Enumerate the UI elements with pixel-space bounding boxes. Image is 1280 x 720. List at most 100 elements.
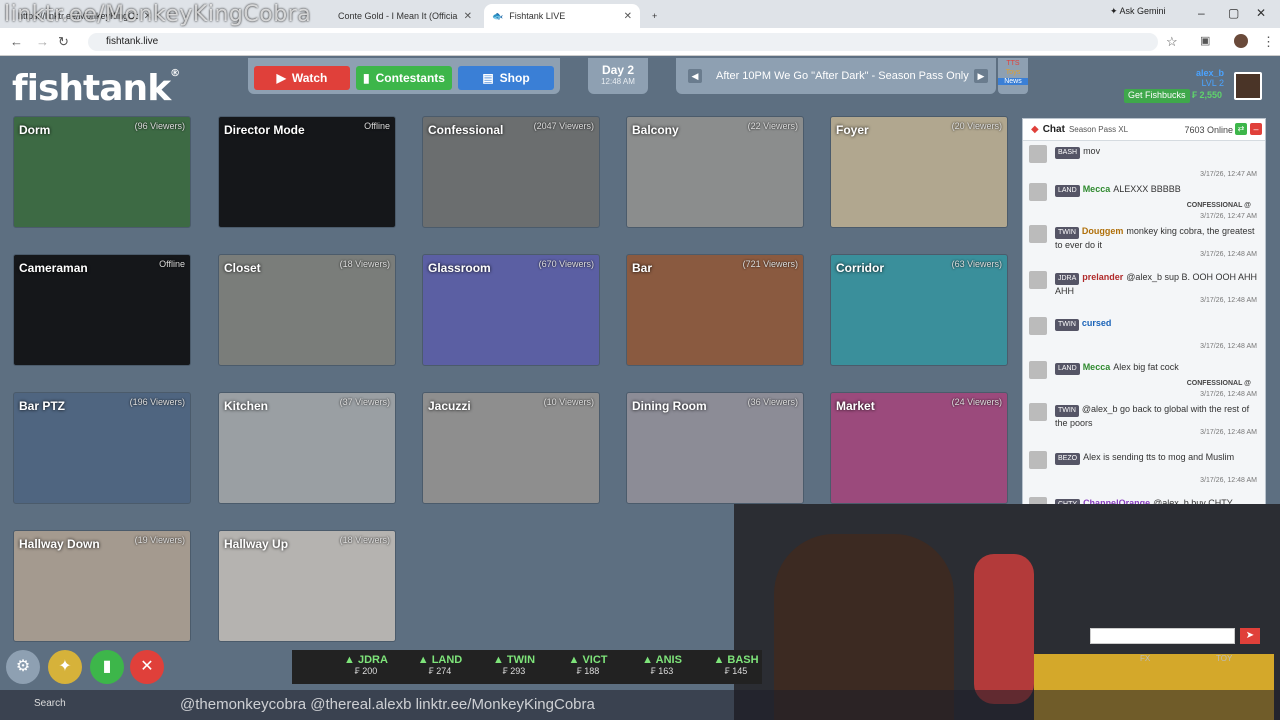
camera-name: Bar PTZ (19, 399, 66, 413)
chat-avatar[interactable] (1029, 271, 1047, 289)
stock-ticker: ▲ JDRA ₣ 200 ▲ LAND ₣ 274 ▲ TWIN ₣ 293 ▲ VICT ₣… (292, 650, 762, 684)
camera-tile[interactable]: Director Mode Offline (218, 116, 396, 228)
close-icon[interactable]: ✕ (624, 11, 632, 22)
contestant-icon[interactable]: ▮ (90, 650, 124, 684)
camera-tile[interactable]: Corridor (63 Viewers) (830, 254, 1008, 366)
stock-item[interactable]: ▲ LAND ₣ 274 (410, 654, 470, 676)
online-count: 7603 Online (1184, 124, 1233, 135)
back-icon[interactable]: ← (10, 34, 23, 49)
menu-icon[interactable]: ⋮ (1262, 34, 1275, 50)
toy-button[interactable]: TOY (1216, 654, 1232, 663)
camera-tile[interactable]: Market (24 Viewers) (830, 392, 1008, 504)
contestants-button[interactable]: ▮ Contestants (356, 66, 452, 90)
stock-item[interactable]: ▲ TWIN ₣ 293 (484, 654, 544, 676)
maximize-icon[interactable]: ▢ (1228, 6, 1239, 20)
camera-tile[interactable]: Closet (18 Viewers) (218, 254, 396, 366)
window-close-icon[interactable]: ✕ (1256, 6, 1266, 20)
clan-badge: BASH (1055, 147, 1081, 159)
chat-username[interactable]: cursed (1082, 318, 1112, 328)
tab-label: Conte Gold - I Mean It (Official Mus (338, 11, 458, 21)
camera-tile[interactable]: Cameraman Offline (13, 254, 191, 366)
tab-youtube[interactable]: Conte Gold - I Mean It (Official Mus ✕ (330, 4, 480, 28)
close-tools-icon[interactable]: ✕ (130, 650, 164, 684)
ask-gemini-button[interactable]: ✦ Ask Gemini (1110, 6, 1166, 17)
camera-name: Dorm (19, 123, 51, 137)
taskbar-search[interactable]: Search (34, 698, 66, 709)
url-field[interactable]: fishtank.live (88, 33, 1158, 51)
chat-avatar[interactable] (1029, 183, 1047, 201)
chat-text: mov (1083, 146, 1101, 156)
stock-item[interactable]: ▲ BASH ₣ 145 (706, 654, 766, 676)
chat-username[interactable]: Mecca (1083, 362, 1111, 372)
chat-avatar[interactable] (1029, 361, 1047, 379)
stock-price: ₣ 163 (650, 666, 674, 676)
stream-overlay-link: linktr.ee/MonkeyKingCobra (4, 2, 312, 27)
stock-item[interactable]: ▲ VICT ₣ 188 (558, 654, 618, 676)
stock-symbol: LAND (431, 654, 463, 666)
reload-icon[interactable]: ↻ (58, 34, 69, 50)
stock-item[interactable]: ▲ JDRA ₣ 200 (336, 654, 396, 676)
settings-gear-icon[interactable]: ⚙ (6, 650, 40, 684)
chat-timestamp: 3/17/26, 12:48 AM (1200, 391, 1257, 398)
tts-link[interactable]: TTS (998, 60, 1028, 67)
items-icon[interactable]: ✦ (48, 650, 82, 684)
chat-username[interactable]: Mecca (1083, 184, 1111, 194)
camera-tile[interactable]: Balcony (22 Viewers) (626, 116, 804, 228)
bookmark-star-icon[interactable]: ☆ (1166, 34, 1178, 50)
streamer-webcam (734, 504, 1280, 720)
camera-name: Hallway Down (19, 537, 100, 551)
chat-username[interactable]: Douggem (1082, 226, 1124, 236)
camera-viewers: (18 Viewers) (339, 259, 390, 269)
camera-tile[interactable]: Bar (721 Viewers) (626, 254, 804, 366)
user-avatar[interactable] (1234, 72, 1262, 100)
chat-message-body: TWIN cursed (1055, 317, 1257, 331)
camera-viewers: (18 Viewers) (339, 535, 390, 545)
camera-viewers: (36 Viewers) (747, 397, 798, 407)
tab-fishtank[interactable]: 🐟 Fishtank LIVE ✕ (484, 4, 640, 28)
chat-username[interactable]: prelander (1082, 272, 1123, 282)
chat-collapse-icon[interactable]: – (1250, 123, 1262, 135)
camera-tile[interactable]: Jacuzzi (10 Viewers) (422, 392, 600, 504)
camera-tile[interactable]: Hallway Down (19 Viewers) (13, 530, 191, 642)
ticker-prev-icon[interactable]: ◀ (688, 69, 702, 83)
fx-button[interactable]: FX (1140, 654, 1150, 663)
chat-timestamp: 3/17/26, 12:47 AM (1200, 213, 1257, 220)
stock-price: ₣ 274 (428, 666, 452, 676)
stock-item[interactable]: ▲ ANIS ₣ 163 (632, 654, 692, 676)
new-tab-button[interactable]: + (644, 4, 664, 28)
close-icon[interactable]: ✕ (464, 11, 472, 22)
chat-avatar[interactable] (1029, 451, 1047, 469)
camera-tile[interactable]: Dining Room (36 Viewers) (626, 392, 804, 504)
forward-icon[interactable]: → (36, 34, 49, 49)
send-icon[interactable]: ➤ (1240, 628, 1260, 644)
shop-button[interactable]: ▤ Shop (458, 66, 554, 90)
news-link[interactable]: News (998, 78, 1028, 85)
day-time: 12:48 AM (601, 77, 635, 86)
chat-settings-icon[interactable]: ⇄ (1235, 123, 1247, 135)
camera-tile[interactable]: Foyer (20 Viewers) (830, 116, 1008, 228)
camera-tile[interactable]: Hallway Up (18 Viewers) (218, 530, 396, 642)
get-fishbucks-button[interactable]: Get Fishbucks (1124, 89, 1190, 103)
profile-avatar[interactable] (1234, 34, 1248, 48)
camera-tile[interactable]: Dorm (96 Viewers) (13, 116, 191, 228)
fishtank-logo[interactable]: fishtank® (12, 68, 180, 109)
chat-input[interactable] (1090, 628, 1235, 644)
chat-message-body: TWIN Douggem monkey king cobra, the greate… (1055, 225, 1257, 251)
watch-button[interactable]: ▶ Watch (254, 66, 350, 90)
chat-avatar[interactable] (1029, 225, 1047, 243)
extensions-icon[interactable]: ▣ (1200, 34, 1210, 47)
minimize-icon[interactable]: – (1198, 6, 1205, 20)
ticker-next-icon[interactable]: ▶ (974, 69, 988, 83)
camera-tile[interactable]: Bar PTZ (196 Viewers) (13, 392, 191, 504)
toys-link[interactable]: Toys (998, 69, 1028, 76)
camera-tile[interactable]: Glassroom (670 Viewers) (422, 254, 600, 366)
clan-badge: TWIN (1055, 319, 1079, 331)
username[interactable]: alex_b (1124, 68, 1224, 78)
camera-tile[interactable]: Confessional (2047 Viewers) (422, 116, 600, 228)
up-arrow-icon: ▲ (344, 654, 358, 666)
chat-avatar[interactable] (1029, 317, 1047, 335)
chat-avatar[interactable] (1029, 145, 1047, 163)
chat-avatar[interactable] (1029, 403, 1047, 421)
chat-room-tag: CONFESSIONAL @ (1186, 202, 1251, 209)
camera-tile[interactable]: Kitchen (37 Viewers) (218, 392, 396, 504)
